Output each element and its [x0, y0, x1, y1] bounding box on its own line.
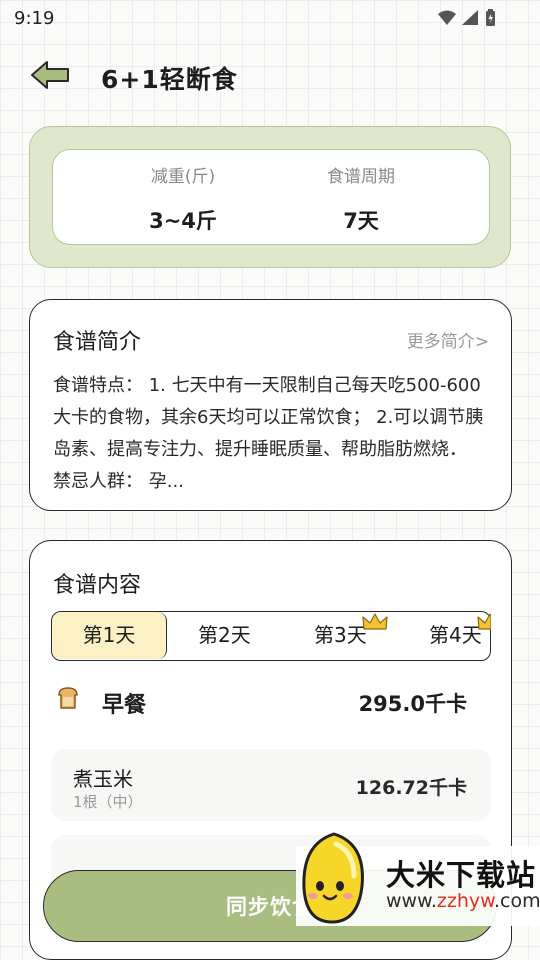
battery-icon [486, 9, 495, 26]
meal-row-breakfast: 早餐 295.0千卡 [51, 681, 491, 721]
day-tabs: 第1天 第2天 第3天 第4天 [51, 611, 491, 661]
cycle-value: 7天 [343, 209, 379, 233]
back-arrow-icon[interactable] [30, 58, 72, 92]
tab-day-2[interactable]: 第2天 [198, 612, 251, 659]
summary-stats: 减重(斤) 3~4斤 食谱周期 7天 [52, 149, 490, 245]
crown-icon [362, 613, 388, 630]
meal-name: 早餐 [102, 693, 147, 718]
tab-day-4[interactable]: 第4天 [429, 612, 482, 659]
page-title: 6+1轻断食 [101, 65, 238, 94]
status-icons [438, 9, 495, 26]
cycle-label: 食谱周期 [327, 167, 395, 187]
cycle-stat: 食谱周期 7天 [281, 162, 441, 235]
rice-mascot-icon [302, 832, 364, 924]
weight-loss-value: 3~4斤 [149, 209, 217, 233]
tab-day-3[interactable]: 第3天 [314, 612, 367, 659]
food-name: 煮玉米 [73, 767, 133, 791]
intro-title: 食谱简介 [53, 330, 142, 355]
signal-icon [462, 10, 478, 25]
crown-icon [477, 613, 491, 630]
watermark-name: 大米下载站 [386, 858, 537, 892]
food-item[interactable]: 煮玉米 1根（中） 126.72千卡 [51, 749, 491, 821]
status-bar: 9:19 [0, 0, 540, 36]
nav-bar: 6+1轻断食 [0, 48, 540, 104]
food-amount: 1根（中） [73, 793, 143, 811]
content-title: 食谱内容 [53, 573, 142, 598]
watermark-logo: 大米下载站 www.zzhyw.com [296, 826, 540, 926]
watermark-url: www.zzhyw.com [386, 890, 540, 912]
bread-icon [58, 687, 78, 709]
intro-card: 食谱简介 更多简介> 食谱特点： 1. 七天中有一天限制自己每天吃500-600… [29, 299, 512, 511]
weight-loss-stat: 减重(斤) 3~4斤 [103, 162, 263, 235]
intro-text: 食谱特点： 1. 七天中有一天限制自己每天吃500-600大卡的食物，其余6天均… [53, 375, 484, 492]
tab-day-1[interactable]: 第1天 [52, 612, 167, 659]
summary-card: 减重(斤) 3~4斤 食谱周期 7天 [29, 126, 511, 268]
more-intro-link[interactable]: 更多简介> [407, 327, 489, 352]
status-time: 9:19 [14, 8, 55, 29]
meal-calories: 295.0千卡 [358, 692, 467, 716]
food-calories: 126.72千卡 [355, 777, 467, 799]
wifi-icon [438, 10, 456, 25]
weight-loss-label: 减重(斤) [150, 167, 216, 187]
